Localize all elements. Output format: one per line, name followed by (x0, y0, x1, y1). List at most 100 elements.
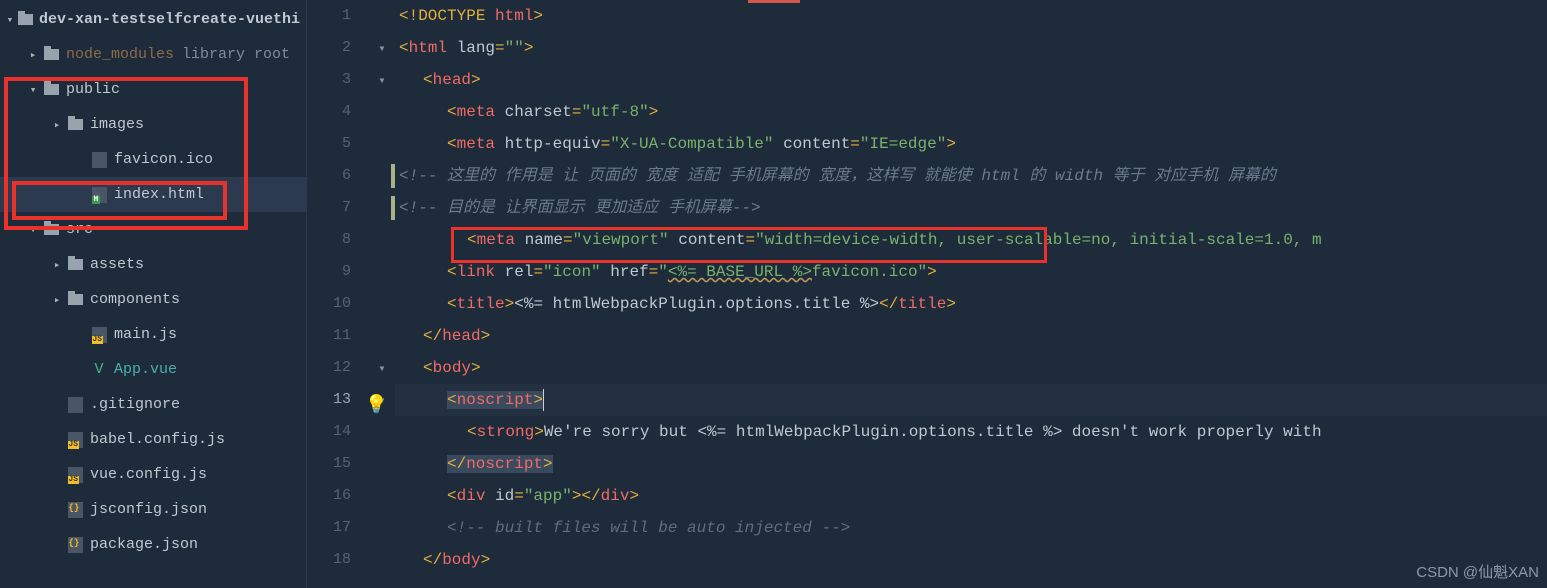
json-file-icon (66, 502, 84, 518)
line-number[interactable]: 13 (307, 384, 351, 416)
watermark: CSDN @仙魁XAN (1416, 561, 1539, 582)
line-number[interactable]: 7 (307, 192, 351, 224)
tree-label: components (90, 291, 180, 308)
line-number-gutter[interactable]: 1 2 3 4 5 6 7 8 9 10 11 12 13 14 15 16 1… (307, 0, 369, 588)
code-line[interactable]: <title><%= htmlWebpackPlugin.options.tit… (395, 288, 1547, 320)
code-line[interactable]: <link rel="icon" href="<%= BASE_URL %>fa… (395, 256, 1547, 288)
tree-label: babel.config.js (90, 431, 225, 448)
code-editor[interactable]: 1 2 3 4 5 6 7 8 9 10 11 12 13 14 15 16 1… (307, 0, 1547, 588)
tree-label: jsconfig.json (90, 501, 207, 518)
line-number[interactable]: 15 (307, 448, 351, 480)
code-line-current[interactable]: 💡 <noscript> (395, 384, 1547, 416)
file-icon (66, 397, 84, 413)
code-line[interactable]: <!DOCTYPE html> (395, 0, 1547, 32)
top-marker (748, 0, 800, 3)
line-number[interactable]: 4 (307, 96, 351, 128)
tree-label: .gitignore (90, 396, 180, 413)
tree-label: main.js (114, 326, 177, 343)
line-number[interactable]: 14 (307, 416, 351, 448)
tree-jsconfig[interactable]: jsconfig.json (0, 492, 306, 527)
js-file-icon (90, 327, 108, 343)
tree-vue-config[interactable]: vue.config.js (0, 457, 306, 492)
code-line[interactable]: <meta name="viewport" content="width=dev… (395, 224, 1547, 256)
tree-label: src (66, 221, 93, 238)
folder-icon (42, 224, 60, 235)
line-number[interactable]: 9 (307, 256, 351, 288)
tree-suffix: library root (182, 46, 290, 63)
tree-components[interactable]: ▸ components (0, 282, 306, 317)
code-line[interactable]: <strong>We're sorry but <%= htmlWebpackP… (395, 416, 1547, 448)
tree-gitignore[interactable]: .gitignore (0, 387, 306, 422)
line-number[interactable]: 2 (307, 32, 351, 64)
change-marker (391, 196, 395, 220)
js-file-icon (66, 432, 84, 448)
code-line[interactable]: </head> (395, 320, 1547, 352)
js-file-icon (66, 467, 84, 483)
fold-toggle[interactable]: ▾ (369, 32, 395, 64)
lightbulb-icon[interactable]: 💡 (365, 390, 387, 422)
line-number[interactable]: 18 (307, 544, 351, 576)
change-marker (391, 164, 395, 188)
line-number[interactable]: 10 (307, 288, 351, 320)
code-line[interactable]: <div id="app"></div> (395, 480, 1547, 512)
code-line[interactable]: <meta http-equiv="X-UA-Compatible" conte… (395, 128, 1547, 160)
code-line[interactable]: <html lang=""> (395, 32, 1547, 64)
tree-images[interactable]: ▸ images (0, 107, 306, 142)
chevron-right-icon: ▸ (50, 118, 64, 132)
line-number[interactable]: 6 (307, 160, 351, 192)
tree-package-json[interactable]: package.json (0, 527, 306, 562)
code-line[interactable]: <body> (395, 352, 1547, 384)
chevron-right-icon: ▸ (50, 293, 64, 307)
tree-src[interactable]: ▾ src (0, 212, 306, 247)
tree-label: favicon.ico (114, 151, 213, 168)
folder-icon (66, 259, 84, 270)
tree-favicon[interactable]: favicon.ico (0, 142, 306, 177)
code-line[interactable]: <!-- built files will be auto injected -… (395, 512, 1547, 544)
tree-label: assets (90, 256, 144, 273)
chevron-right-icon: ▸ (26, 48, 40, 62)
html-file-icon (90, 187, 108, 203)
tree-label: node_modules (66, 46, 174, 63)
code-line[interactable]: <!-- 目的是 让界面显示 更加适应 手机屏幕--> (395, 192, 1547, 224)
line-number[interactable]: 12 (307, 352, 351, 384)
tree-label: index.html (114, 186, 204, 203)
tree-label: vue.config.js (90, 466, 207, 483)
tree-label: images (90, 116, 144, 133)
file-icon (90, 152, 108, 168)
tree-label: public (66, 81, 120, 98)
line-number[interactable]: 3 (307, 64, 351, 96)
folder-icon (66, 294, 84, 305)
code-line[interactable]: </noscript> (395, 448, 1547, 480)
tree-main-js[interactable]: main.js (0, 317, 306, 352)
code-line[interactable]: </body> (395, 544, 1547, 576)
line-number[interactable]: 8 (307, 224, 351, 256)
tree-project-root[interactable]: ▾ dev-xan-testselfcreate-vuethi (0, 2, 306, 37)
line-number[interactable]: 11 (307, 320, 351, 352)
code-line[interactable]: <head> (395, 64, 1547, 96)
code-line[interactable]: <!-- 这里的 作用是 让 页面的 宽度 适配 手机屏幕的 宽度，这样写 就能… (395, 160, 1547, 192)
folder-icon (42, 49, 60, 60)
chevron-down-icon: ▾ (26, 83, 40, 97)
project-tree[interactable]: ▾ dev-xan-testselfcreate-vuethi ▸ node_m… (0, 0, 307, 588)
line-number[interactable]: 16 (307, 480, 351, 512)
fold-column[interactable]: ▾ ▾ ▾ ▾ (369, 0, 395, 588)
folder-icon (66, 119, 84, 130)
line-number[interactable]: 17 (307, 512, 351, 544)
tree-index-html[interactable]: index.html (0, 177, 306, 212)
tree-node-modules[interactable]: ▸ node_modules library root (0, 37, 306, 72)
tree-assets[interactable]: ▸ assets (0, 247, 306, 282)
chevron-down-icon: ▾ (26, 223, 40, 237)
fold-toggle[interactable]: ▾ (369, 352, 395, 384)
tree-label: package.json (90, 536, 198, 553)
line-number[interactable]: 1 (307, 0, 351, 32)
code-line[interactable]: <meta charset="utf-8"> (395, 96, 1547, 128)
tree-app-vue[interactable]: V App.vue (0, 352, 306, 387)
tree-label: dev-xan-testselfcreate-vuethi (39, 11, 300, 28)
tree-public[interactable]: ▾ public (0, 72, 306, 107)
line-number[interactable]: 5 (307, 128, 351, 160)
code-area[interactable]: <!DOCTYPE html> <html lang=""> <head> <m… (395, 0, 1547, 588)
tree-babel-config[interactable]: babel.config.js (0, 422, 306, 457)
fold-toggle[interactable]: ▾ (369, 64, 395, 96)
chevron-right-icon: ▸ (50, 258, 64, 272)
folder-icon (18, 14, 33, 25)
